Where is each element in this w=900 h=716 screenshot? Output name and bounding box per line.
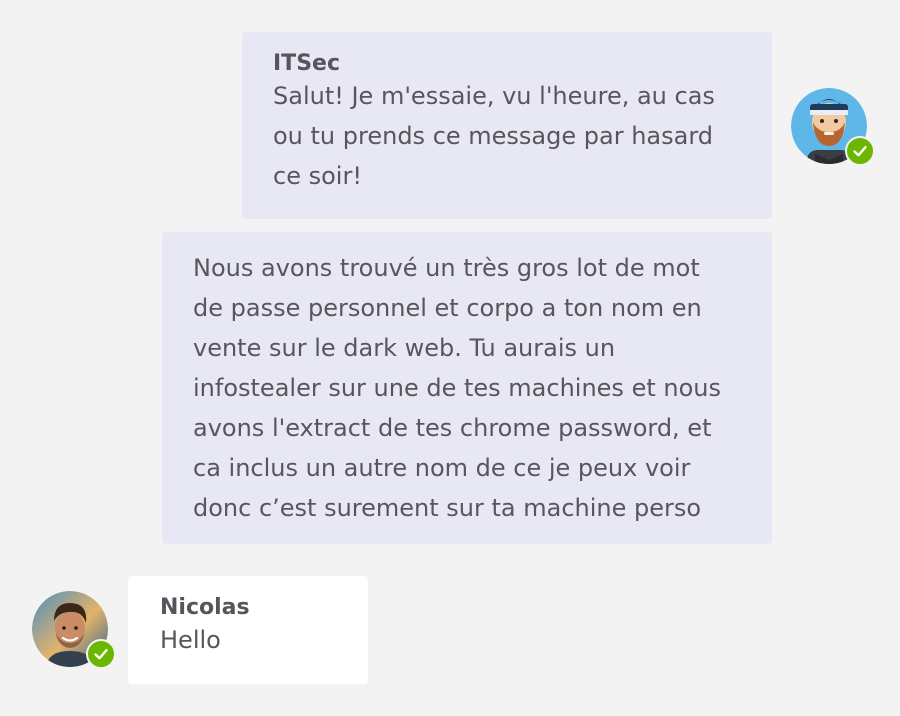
message-bubble-itsec-2[interactable]: Nous avons trouvé un très gros lot de mo… bbox=[162, 232, 772, 544]
message-sender-name: ITSec bbox=[273, 51, 340, 76]
message-text: Hello bbox=[160, 626, 221, 654]
message-text: Nous avons trouvé un très gros lot de mo… bbox=[193, 254, 721, 522]
message-bubble-nicolas[interactable]: Nicolas Hello bbox=[128, 576, 368, 684]
avatar-itsec[interactable] bbox=[791, 88, 875, 166]
avatar-nicolas[interactable] bbox=[32, 591, 116, 669]
message-sender-name: Nicolas bbox=[160, 595, 250, 620]
message-text: Salut! Je m'essaie, vu l'heure, au cas o… bbox=[273, 82, 715, 190]
status-available-icon bbox=[845, 136, 875, 166]
message-bubble-itsec-1[interactable]: ITSec Salut! Je m'essaie, vu l'heure, au… bbox=[242, 32, 772, 219]
status-available-icon bbox=[86, 639, 116, 669]
